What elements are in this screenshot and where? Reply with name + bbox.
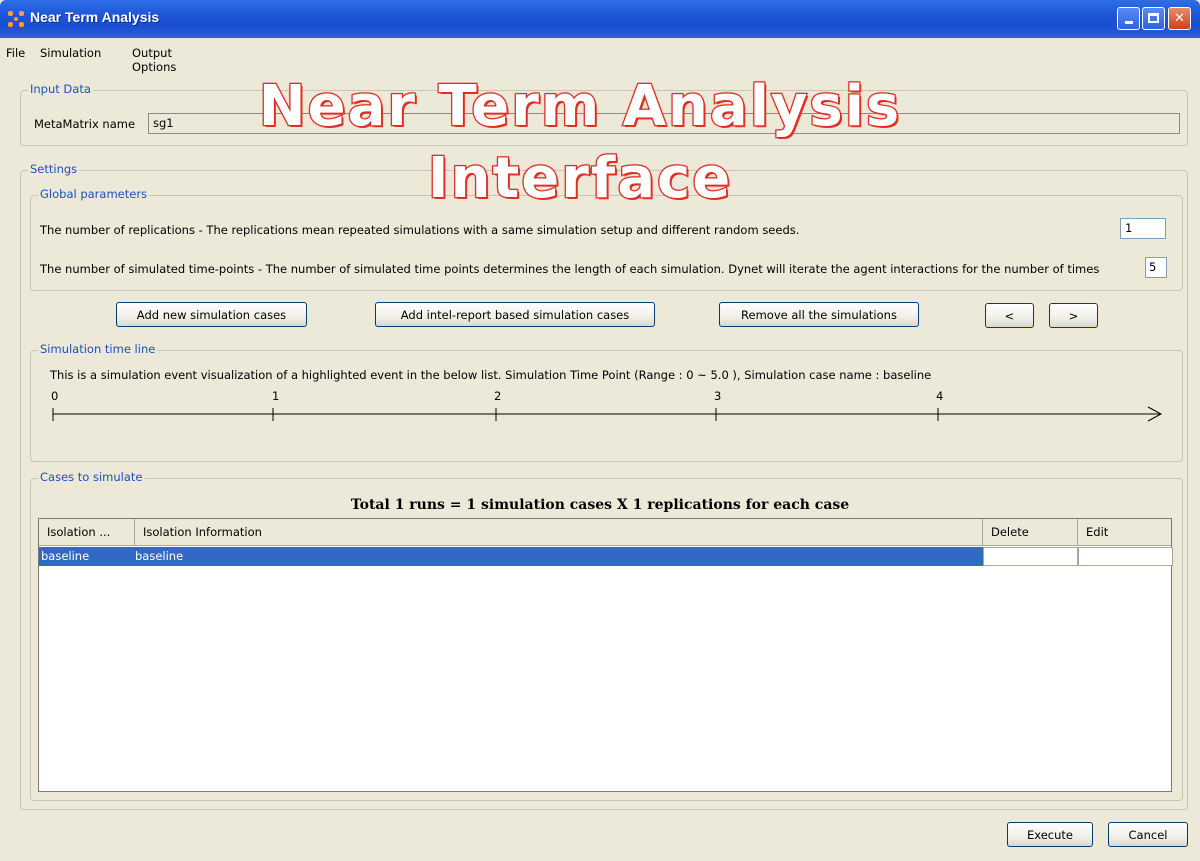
timepoints-field[interactable]: 5 bbox=[1145, 257, 1167, 278]
add-new-simulation-cases-button[interactable]: Add new simulation cases bbox=[116, 302, 307, 327]
table-header: Isolation ... Isolation Information Dele… bbox=[39, 519, 1171, 546]
cases-table: Isolation ... Isolation Information Dele… bbox=[38, 518, 1173, 792]
cell-edit[interactable] bbox=[1078, 547, 1173, 566]
settings-title: Settings bbox=[28, 162, 80, 176]
replications-field[interactable]: 1 bbox=[1120, 218, 1166, 239]
cancel-button[interactable]: Cancel bbox=[1108, 822, 1188, 847]
maximize-icon bbox=[1148, 13, 1159, 23]
app-icon bbox=[8, 11, 24, 27]
global-parameters-title: Global parameters bbox=[38, 187, 150, 201]
minimize-button[interactable] bbox=[1117, 7, 1140, 30]
remove-all-simulations-button[interactable]: Remove all the simulations bbox=[719, 302, 919, 327]
timepoints-label: The number of simulated time-points - Th… bbox=[40, 262, 1100, 276]
title-bar[interactable]: Near Term Analysis ✕ bbox=[0, 0, 1200, 38]
next-button[interactable]: > bbox=[1049, 303, 1098, 328]
window-title: Near Term Analysis bbox=[30, 9, 160, 25]
replications-label: The number of replications - The replica… bbox=[40, 223, 800, 237]
cell-delete[interactable] bbox=[983, 547, 1078, 566]
previous-button[interactable]: < bbox=[985, 303, 1034, 328]
add-intel-report-cases-button[interactable]: Add intel-report based simulation cases bbox=[375, 302, 655, 327]
overlay-heading-line2: Interface bbox=[427, 145, 733, 213]
close-button[interactable]: ✕ bbox=[1168, 7, 1191, 30]
column-header-isolation-information[interactable]: Isolation Information bbox=[135, 519, 983, 546]
cell-isolation-name[interactable]: baseline bbox=[39, 547, 89, 566]
metamatrix-label: MetaMatrix name bbox=[34, 117, 136, 131]
execute-button[interactable]: Execute bbox=[1007, 822, 1093, 847]
menu-simulation[interactable]: Simulation bbox=[40, 46, 101, 60]
menu-output-options[interactable]: Output Options bbox=[132, 46, 176, 74]
input-data-title: Input Data bbox=[28, 82, 93, 96]
column-header-delete[interactable]: Delete bbox=[983, 519, 1078, 546]
overlay-heading-line1: Near Term Analysis bbox=[257, 73, 902, 141]
maximize-button[interactable] bbox=[1142, 7, 1165, 30]
timeline-title: Simulation time line bbox=[38, 342, 158, 356]
runs-summary: Total 1 runs = 1 simulation cases X 1 re… bbox=[350, 497, 850, 513]
close-icon: ✕ bbox=[1174, 11, 1185, 26]
timeline-description: This is a simulation event visualization… bbox=[50, 368, 932, 382]
cell-isolation-information[interactable]: baseline bbox=[133, 547, 183, 566]
cases-title: Cases to simulate bbox=[38, 470, 145, 484]
timeline-axis bbox=[52, 406, 1163, 422]
column-header-edit[interactable]: Edit bbox=[1078, 519, 1173, 546]
column-header-isolation[interactable]: Isolation ... bbox=[39, 519, 135, 546]
minimize-icon bbox=[1124, 21, 1133, 24]
menu-file[interactable]: File bbox=[6, 46, 25, 60]
